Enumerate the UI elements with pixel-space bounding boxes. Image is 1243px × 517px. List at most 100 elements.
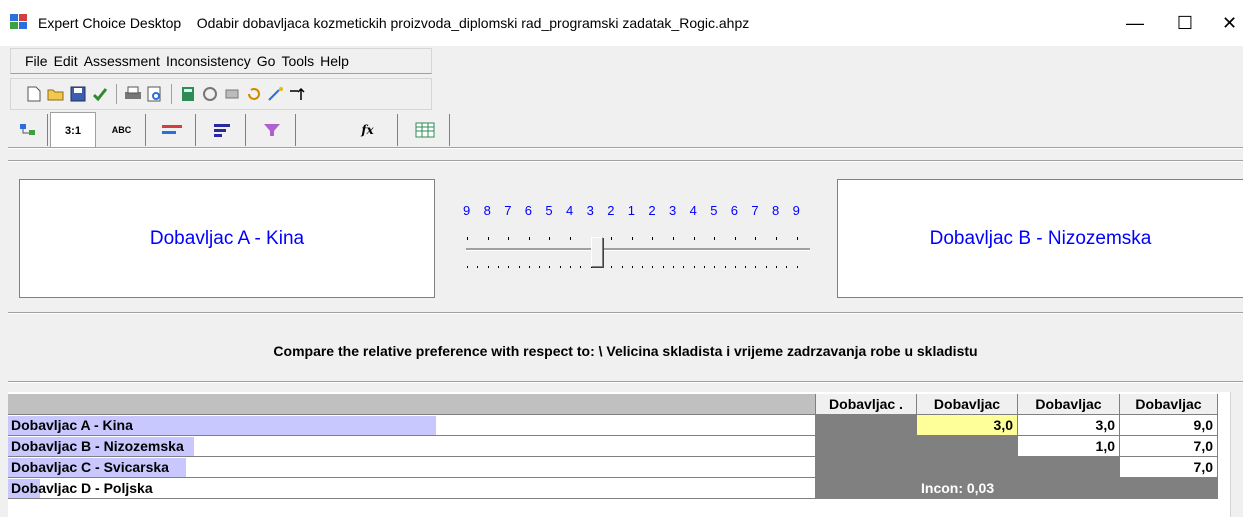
tab-tree-view[interactable] bbox=[10, 114, 48, 146]
title-bar: Expert Choice Desktop Odabir dobavljaca … bbox=[0, 0, 1243, 46]
matrix-cell[interactable] bbox=[917, 457, 1018, 478]
toolbar bbox=[10, 78, 432, 110]
matrix-cell[interactable]: 3,0 bbox=[917, 415, 1018, 436]
matrix-cell[interactable]: 1,0 bbox=[1018, 436, 1120, 457]
matrix-cell[interactable]: 9,0 bbox=[1120, 415, 1218, 436]
divider bbox=[8, 381, 1243, 383]
inconsistency-ratio[interactable]: Incon: 0,03 bbox=[917, 478, 1018, 499]
tab-data-grid[interactable] bbox=[400, 114, 450, 146]
comparison-slider-thumb[interactable] bbox=[591, 237, 603, 267]
matrix-row: Dobavljac B - Nizozemska 1,0 7,0 bbox=[8, 436, 1243, 457]
column-header[interactable]: Dobavljac bbox=[917, 394, 1018, 415]
new-document-icon[interactable] bbox=[25, 85, 43, 103]
column-header[interactable]: Dobavljac bbox=[1120, 394, 1218, 415]
matrix-cell[interactable] bbox=[816, 436, 917, 457]
scale-number[interactable]: 5 bbox=[545, 203, 552, 218]
vertical-scrollbar[interactable] bbox=[1230, 392, 1243, 517]
scale-tick bbox=[631, 266, 633, 268]
matrix-row: Dobavljac D - Poljska Incon: 0,03 bbox=[8, 478, 1243, 499]
scale-number[interactable]: 7 bbox=[504, 203, 511, 218]
scale-tick bbox=[703, 266, 705, 268]
scale-number[interactable]: 2 bbox=[607, 203, 614, 218]
scale-number[interactable]: 7 bbox=[751, 203, 758, 218]
tab-pairwise-numerical[interactable]: 3:1 bbox=[50, 112, 96, 148]
matrix-cell[interactable] bbox=[816, 415, 917, 436]
verbal-scale: 98765432123456789 bbox=[463, 203, 813, 219]
expert-choice-app-icon bbox=[10, 14, 28, 30]
scale-tick bbox=[508, 266, 510, 268]
scale-number[interactable]: 8 bbox=[772, 203, 779, 218]
network-icon[interactable] bbox=[201, 85, 219, 103]
scale-number[interactable]: 2 bbox=[648, 203, 655, 218]
tab-hierarchy[interactable] bbox=[248, 114, 296, 146]
arrow-up-icon[interactable] bbox=[289, 85, 307, 103]
scale-number[interactable]: 1 bbox=[628, 203, 635, 218]
window-title: Expert Choice Desktop Odabir dobavljaca … bbox=[38, 15, 749, 31]
column-header[interactable]: Dobavljac bbox=[1018, 394, 1120, 415]
scale-tick bbox=[611, 237, 613, 240]
refresh-icon[interactable] bbox=[245, 85, 263, 103]
row-label[interactable]: Dobavljac D - Poljska bbox=[8, 478, 816, 499]
scale-tick bbox=[477, 266, 479, 268]
wand-icon[interactable] bbox=[267, 85, 285, 103]
scale-number[interactable]: 4 bbox=[690, 203, 697, 218]
scale-tick bbox=[673, 266, 674, 268]
open-folder-icon[interactable] bbox=[47, 85, 65, 103]
scale-number[interactable]: 9 bbox=[463, 203, 470, 218]
matrix-cell[interactable]: 3,0 bbox=[1018, 415, 1120, 436]
row-label[interactable]: Dobavljac A - Kina bbox=[8, 415, 816, 436]
save-icon[interactable] bbox=[69, 85, 87, 103]
scale-number[interactable]: 3 bbox=[669, 203, 676, 218]
eraser-icon[interactable] bbox=[223, 85, 241, 103]
toolbar-separator bbox=[116, 84, 117, 104]
scale-tick bbox=[693, 266, 695, 268]
slider-track[interactable] bbox=[466, 248, 810, 251]
maximize-button[interactable]: ☐ bbox=[1162, 8, 1208, 38]
tab-formula[interactable]: fx bbox=[298, 114, 398, 146]
bars-icon bbox=[213, 124, 230, 137]
check-icon[interactable] bbox=[91, 85, 109, 103]
matrix-cell[interactable] bbox=[1018, 457, 1120, 478]
tab-graphical[interactable] bbox=[148, 114, 196, 146]
minimize-button[interactable]: — bbox=[1112, 8, 1158, 38]
menu-file[interactable]: File bbox=[25, 53, 48, 69]
menu-edit[interactable]: Edit bbox=[54, 53, 78, 69]
view-tab-strip: 3:1 ABC fx bbox=[10, 112, 1243, 148]
scale-number[interactable]: 9 bbox=[793, 203, 800, 218]
print-preview-icon[interactable] bbox=[146, 85, 164, 103]
right-alternative-box: Dobavljac B - Nizozemska bbox=[837, 179, 1243, 298]
matrix-cell[interactable] bbox=[917, 436, 1018, 457]
divider bbox=[8, 160, 1243, 162]
scale-number[interactable]: 8 bbox=[484, 203, 491, 218]
scale-tick bbox=[776, 266, 777, 268]
matrix-cell[interactable] bbox=[816, 478, 917, 499]
menu-inconsistency[interactable]: Inconsistency bbox=[166, 53, 251, 69]
matrix-cell[interactable] bbox=[816, 457, 917, 478]
print-icon[interactable] bbox=[124, 85, 142, 103]
scale-number[interactable]: 4 bbox=[566, 203, 573, 218]
column-header[interactable]: Dobavljac . bbox=[816, 394, 917, 415]
row-label[interactable]: Dobavljac B - Nizozemska bbox=[8, 436, 816, 457]
tab-ratings[interactable] bbox=[198, 114, 246, 146]
menu-assessment[interactable]: Assessment bbox=[84, 53, 160, 69]
scale-tick bbox=[549, 237, 551, 240]
calculator-icon[interactable] bbox=[179, 85, 197, 103]
scale-number[interactable]: 6 bbox=[731, 203, 738, 218]
menu-help[interactable]: Help bbox=[320, 53, 349, 69]
scale-tick bbox=[642, 266, 644, 268]
matrix-cell[interactable]: 7,0 bbox=[1120, 436, 1218, 457]
scale-number[interactable]: 6 bbox=[525, 203, 532, 218]
matrix-cell[interactable] bbox=[1120, 478, 1218, 499]
scale-tick bbox=[570, 237, 571, 240]
scale-number[interactable]: 3 bbox=[587, 203, 594, 218]
scale-tick bbox=[714, 266, 716, 268]
tab-verbal[interactable]: ABC bbox=[98, 114, 146, 146]
menu-tools[interactable]: Tools bbox=[281, 53, 314, 69]
row-label[interactable]: Dobavljac C - Svicarska bbox=[8, 457, 816, 478]
scale-number[interactable]: 5 bbox=[710, 203, 717, 218]
right-alternative-label: Dobavljac B - Nizozemska bbox=[929, 227, 1152, 249]
matrix-cell[interactable] bbox=[1018, 478, 1120, 499]
menu-go[interactable]: Go bbox=[257, 53, 276, 69]
close-button[interactable]: ✕ bbox=[1212, 8, 1243, 38]
matrix-cell[interactable]: 7,0 bbox=[1120, 457, 1218, 478]
